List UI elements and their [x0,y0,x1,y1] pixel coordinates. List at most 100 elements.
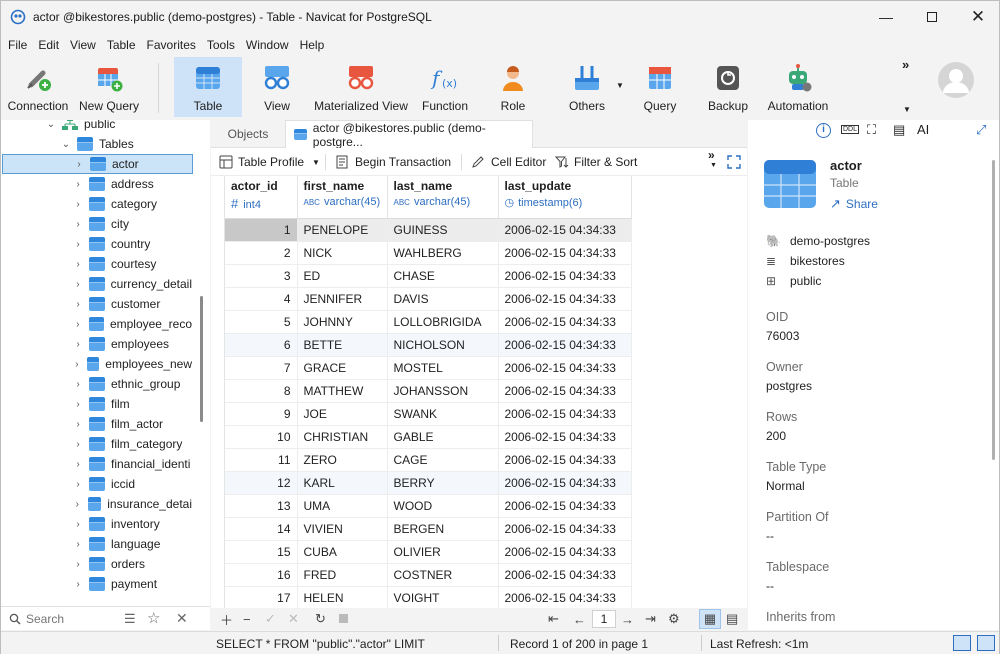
prev-page-icon[interactable]: ← [573,612,586,627]
column-header-actor-id[interactable]: actor_id # int4 [225,176,298,219]
table-row[interactable]: 12 KARL BERRY 2006-02-15 04:34:33 [225,471,632,495]
tab-actor-table[interactable]: actor @bikestores.public (demo-postgre..… [285,120,533,149]
table-cell[interactable]: 2006-02-15 04:34:33 [498,379,632,403]
toolbar-dropdown-icon[interactable]: ▼ [903,105,911,114]
discard-icon[interactable]: ✕ [288,611,299,627]
next-page-icon[interactable]: → [621,612,634,627]
tree-search-input[interactable] [26,611,116,626]
table-cell[interactable]: 1 [225,218,298,242]
chevron-right-icon[interactable]: › [73,419,83,430]
chevron-right-icon[interactable]: › [73,179,83,190]
backup-button[interactable]: Backup [701,57,755,117]
chevron-right-icon[interactable]: › [73,299,83,310]
chevron-right-icon[interactable]: › [73,279,83,290]
table-row[interactable]: 10 CHRISTIAN GABLE 2006-02-15 04:34:33 [225,425,632,449]
table-cell[interactable]: 2006-02-15 04:34:33 [498,333,632,357]
table-row[interactable]: 15 CUBA OLIVIER 2006-02-15 04:34:33 [225,540,632,564]
connection-button[interactable]: Connection [5,57,71,117]
materialized-view-button[interactable]: Materialized View [312,57,410,117]
last-page-icon[interactable]: ⇥ [645,611,656,627]
table-cell[interactable]: 9 [225,402,298,426]
table-row[interactable]: 1 PENELOPE GUINESS 2006-02-15 04:34:33 [225,218,632,242]
table-cell[interactable]: BETTE [297,333,388,357]
table-cell[interactable]: 2006-02-15 04:34:33 [498,586,632,608]
table-cell[interactable]: COSTNER [387,563,499,587]
table-row[interactable]: 8 MATTHEW JOHANSSON 2006-02-15 04:34:33 [225,379,632,403]
tree-scrollbar[interactable] [200,296,203,422]
table-cell[interactable]: 2006-02-15 04:34:33 [498,540,632,564]
table-cell[interactable]: JENNIFER [297,287,388,311]
table-cell[interactable]: 2006-02-15 04:34:33 [498,425,632,449]
table-button[interactable]: Table [174,57,242,117]
minimize-button[interactable]: — [863,1,909,33]
table-cell[interactable]: 2006-02-15 04:34:33 [498,494,632,518]
tab-objects[interactable]: Objects [215,120,281,148]
settings-gear-icon[interactable]: ⚙ [668,611,680,627]
table-cell[interactable]: GUINESS [387,218,499,242]
menu-window[interactable]: Window [239,38,293,52]
chevron-right-icon[interactable]: › [73,319,83,330]
table-cell[interactable]: NICHOLSON [387,333,499,357]
table-cell[interactable]: 2006-02-15 04:34:33 [498,218,632,242]
tree-item-film[interactable]: › film [1,394,192,414]
maximize-button[interactable] [909,1,955,33]
table-cell[interactable]: 11 [225,448,298,472]
menu-favorites[interactable]: Favorites [140,38,200,52]
table-cell[interactable]: 5 [225,310,298,334]
table-row[interactable]: 9 JOE SWANK 2006-02-15 04:34:33 [225,402,632,426]
chevron-right-icon[interactable]: › [73,439,83,450]
tree-item-iccid[interactable]: › iccid [1,474,192,494]
tree-item-customer[interactable]: › customer [1,294,192,314]
filter-sort-button[interactable]: Filter & Sort [555,153,637,171]
table-cell[interactable]: BERGEN [387,517,499,541]
share-link[interactable]: ↗ Share [830,196,878,212]
role-button[interactable]: Role [485,57,541,117]
toolbar-overflow-icon[interactable]: » [902,57,909,72]
favorite-star-icon[interactable]: ☆ [147,609,160,627]
toggle-right-panel-icon[interactable] [977,635,995,651]
chevron-down-icon[interactable]: ▼ [710,162,717,169]
expand-icon[interactable] [727,155,741,169]
tree-item-film-actor[interactable]: › film_actor [1,414,192,434]
chevron-right-icon[interactable]: › [73,459,83,470]
table-cell[interactable]: 2006-02-15 04:34:33 [498,517,632,541]
automation-button[interactable]: Automation [763,57,833,117]
table-cell[interactable]: VIVIEN [297,517,388,541]
tree-item-language[interactable]: › language [1,534,192,554]
table-cell[interactable]: WOOD [387,494,499,518]
tree-item-payment[interactable]: › payment [1,574,192,594]
table-cell[interactable]: 2006-02-15 04:34:33 [498,563,632,587]
table-cell[interactable]: 2006-02-15 04:34:33 [498,356,632,380]
tree-item-ethnic-group[interactable]: › ethnic_group [1,374,192,394]
chevron-right-icon[interactable]: › [73,219,83,230]
table-cell[interactable]: 2006-02-15 04:34:33 [498,287,632,311]
table-cell[interactable]: JOHANSSON [387,379,499,403]
info-scrollbar[interactable] [992,160,995,460]
tree-item-employee-reco[interactable]: › employee_reco [1,314,192,334]
chevron-right-icon[interactable]: › [74,159,84,170]
table-cell[interactable]: 12 [225,471,298,495]
tree-item-address[interactable]: › address [1,174,192,194]
table-row[interactable]: 2 NICK WAHLBERG 2006-02-15 04:34:33 [225,241,632,265]
table-cell[interactable]: 14 [225,517,298,541]
menu-file[interactable]: File [1,38,31,52]
table-cell[interactable]: 13 [225,494,298,518]
table-cell[interactable]: 7 [225,356,298,380]
column-header-last-update[interactable]: last_update ◷ timestamp(6) [498,176,632,219]
table-cell[interactable]: CAGE [387,448,499,472]
add-record-icon[interactable]: ＋ [220,610,233,629]
tree-item-film-category[interactable]: › film_category [1,434,192,454]
chevron-right-icon[interactable]: › [73,519,83,530]
chevron-right-icon[interactable]: › [73,339,83,350]
chevron-right-icon[interactable]: › [73,239,83,250]
preview-icon[interactable]: ▤ [893,122,905,138]
page-number-input[interactable]: 1 [592,610,616,628]
table-cell[interactable]: VOIGHT [387,586,499,608]
table-cell[interactable]: 2006-02-15 04:34:33 [498,471,632,495]
table-cell[interactable]: ED [297,264,388,288]
user-avatar[interactable] [937,61,975,99]
table-cell[interactable]: 4 [225,287,298,311]
stop-icon[interactable] [339,614,348,623]
menu-view[interactable]: View [63,38,100,52]
tree-schema-public[interactable]: ⌄ public [46,120,115,134]
